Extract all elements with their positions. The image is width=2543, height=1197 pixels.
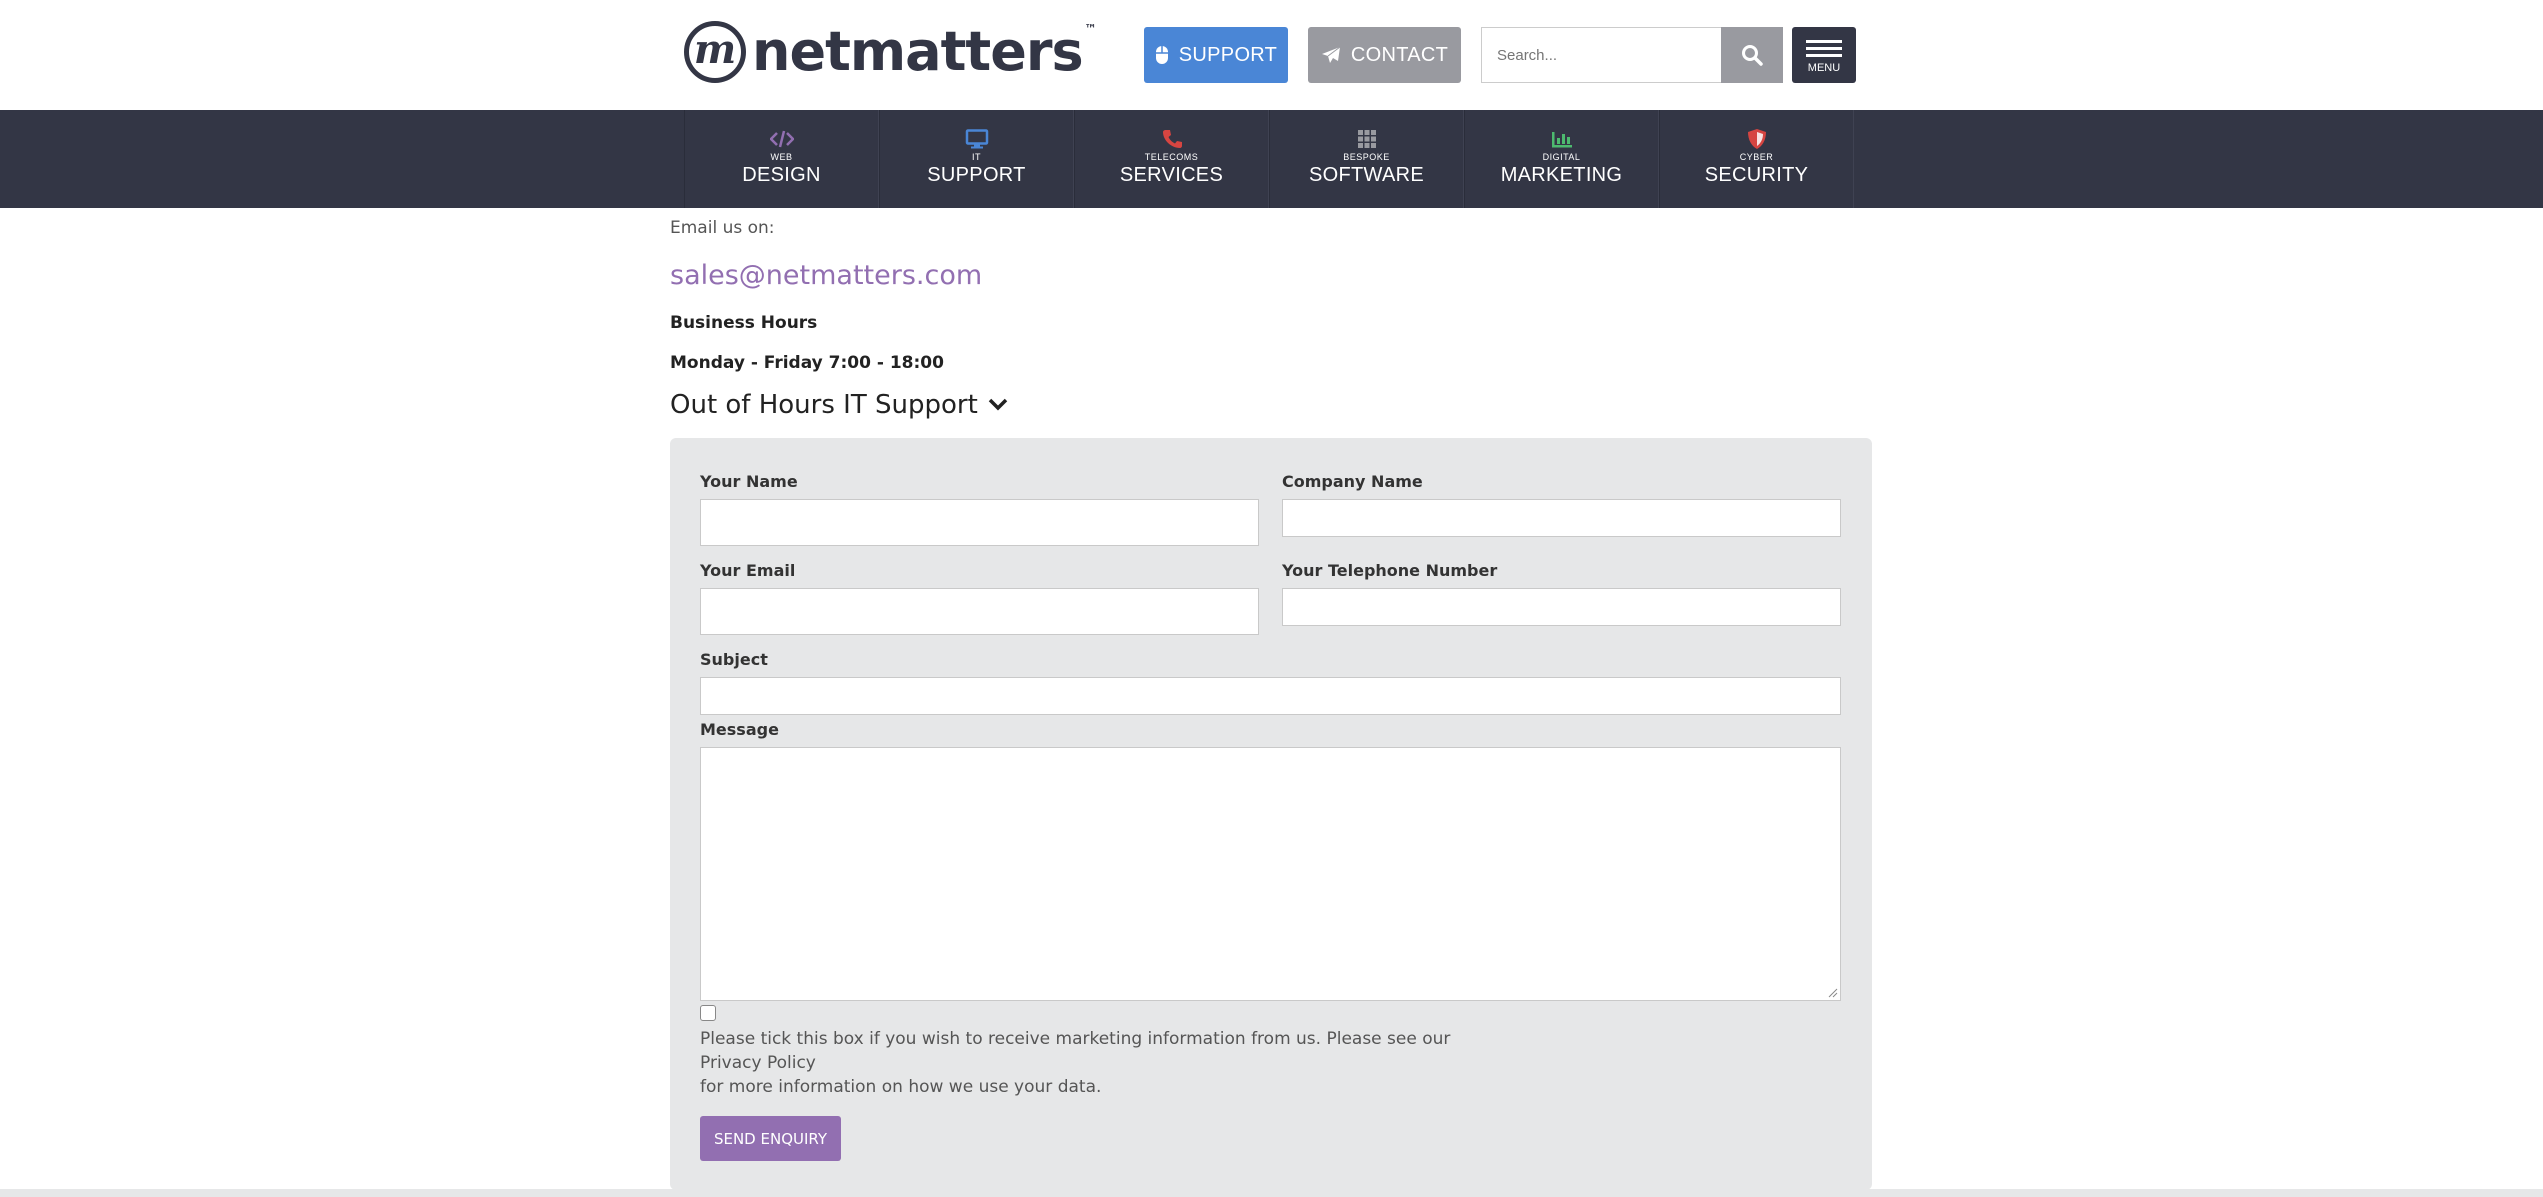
bar-chart-icon (1550, 128, 1574, 150)
chevron-down-icon (988, 398, 1008, 411)
menu-label: MENU (1807, 62, 1841, 74)
company-name-input[interactable] (1282, 499, 1841, 537)
company-name-label: Company Name (1282, 472, 1423, 491)
your-name-input[interactable] (700, 499, 1259, 546)
subject-label: Subject (700, 650, 768, 669)
nav-telecoms-services[interactable]: TELECOMS SERVICES (1074, 110, 1269, 208)
nav-small-label: DIGITAL (1542, 152, 1581, 162)
nav-large-label: SOFTWARE (1309, 164, 1424, 186)
out-of-hours-toggle[interactable]: Out of Hours IT Support (670, 390, 1008, 420)
contact-label: CONTACT (1350, 43, 1449, 66)
nav-large-label: SECURITY (1704, 164, 1809, 186)
support-label: SUPPORT (1178, 43, 1278, 66)
hamburger-bar (1806, 54, 1842, 57)
monitor-icon (965, 128, 989, 150)
out-of-hours-label: Out of Hours IT Support (670, 390, 978, 420)
paper-plane-icon (1321, 46, 1341, 63)
privacy-policy-link[interactable]: Privacy Policy (700, 1053, 816, 1073)
resize-handle-icon[interactable] (1828, 988, 1838, 998)
section-divider (0, 1189, 2543, 1197)
your-email-input[interactable] (700, 588, 1259, 635)
email-label: Email us on: (670, 218, 775, 238)
nav-web-design[interactable]: WEB DESIGN (684, 110, 879, 208)
nav-large-label: MARKETING (1500, 164, 1623, 186)
nav-small-label: BESPOKE (1343, 152, 1390, 162)
business-hours-text: Monday - Friday 7:00 - 18:00 (670, 353, 944, 373)
nav-large-label: SERVICES (1119, 164, 1224, 186)
nav-small-label: TELECOMS (1144, 152, 1199, 162)
marketing-checkbox[interactable] (700, 1005, 716, 1021)
sales-email-link[interactable]: sales@netmatters.com (670, 260, 982, 291)
nav-digital-marketing[interactable]: DIGITAL MARKETING (1464, 110, 1659, 208)
marketing-consent-text: Please tick this box if you wish to rece… (700, 1029, 1451, 1049)
contact-button[interactable]: CONTACT (1308, 27, 1461, 83)
services-navbar: WEB DESIGN IT SUPPORT TELECOMS SERVICES (0, 110, 2543, 208)
site-header: m netmatters ™ SUPPORT CONTACT MENU (0, 0, 2543, 110)
your-name-label: Your Name (700, 472, 798, 491)
nav-bespoke-software[interactable]: BESPOKE SOFTWARE (1269, 110, 1464, 208)
search-icon (1742, 45, 1763, 66)
telephone-input[interactable] (1282, 588, 1841, 626)
message-textarea[interactable] (700, 747, 1841, 1001)
code-icon (769, 128, 794, 150)
support-button[interactable]: SUPPORT (1144, 27, 1288, 83)
nav-cyber-security[interactable]: CYBER SECURITY (1659, 110, 1854, 208)
telephone-label: Your Telephone Number (1282, 561, 1498, 580)
send-enquiry-button[interactable]: SEND ENQUIRY (700, 1116, 841, 1161)
message-label: Message (700, 720, 779, 739)
your-email-label: Your Email (700, 561, 796, 580)
nav-small-label: WEB (770, 152, 793, 162)
mouse-icon (1155, 46, 1168, 64)
phone-icon (1160, 128, 1184, 150)
trademark-symbol: ™ (1084, 22, 1097, 36)
hamburger-bar (1806, 47, 1842, 50)
logo-mark-icon: m (684, 21, 746, 83)
shield-icon (1745, 128, 1769, 150)
business-hours-title: Business Hours (670, 313, 818, 333)
nav-small-label: CYBER (1739, 152, 1774, 162)
logo-wordmark: netmatters (752, 20, 1084, 83)
subject-input[interactable] (700, 677, 1841, 715)
grid-icon (1355, 128, 1379, 150)
nav-it-support[interactable]: IT SUPPORT (879, 110, 1074, 208)
marketing-consent-text-2: for more information on how we use your … (700, 1077, 1102, 1097)
hamburger-icon (1806, 40, 1842, 43)
nav-large-label: DESIGN (742, 164, 821, 186)
nav-large-label: SUPPORT (927, 164, 1026, 186)
menu-button[interactable]: MENU (1792, 27, 1856, 83)
netmatters-logo[interactable]: m netmatters ™ (684, 18, 1097, 86)
search-input[interactable] (1481, 27, 1721, 83)
nav-small-label: IT (972, 152, 981, 162)
search-button[interactable] (1721, 27, 1783, 83)
